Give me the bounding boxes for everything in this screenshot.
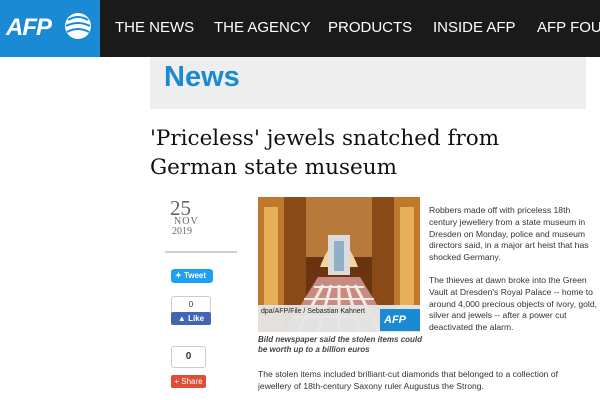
article-paragraph: The thieves at dawn broke into the Green…: [429, 275, 597, 333]
article-headline: 'Priceless' jewels snatched from German …: [150, 124, 590, 182]
like-button[interactable]: ▲ Like: [171, 312, 211, 325]
nav-item-afp-foundation[interactable]: AFP FOU: [537, 19, 600, 36]
photo-afp-badge: AFP: [380, 309, 420, 331]
share-label: Share: [181, 377, 203, 386]
afp-logo-text: AFP: [6, 14, 52, 41]
section-title: News: [164, 61, 240, 93]
share-count: 0: [171, 346, 206, 368]
share-button[interactable]: + Share: [171, 375, 206, 388]
headline-line-1: 'Priceless' jewels snatched from: [150, 126, 500, 151]
plus-icon: +: [174, 377, 180, 386]
tweet-label: Tweet: [183, 271, 207, 280]
section-header: News: [150, 57, 586, 109]
nav-item-the-news[interactable]: THE NEWS: [115, 19, 194, 36]
nav-item-products[interactable]: PRODUCTS: [328, 19, 412, 36]
date-year: 2019: [172, 226, 192, 237]
globe-icon: [65, 13, 91, 39]
article-paragraph: Robbers made off with priceless 18th cen…: [429, 205, 589, 263]
twitter-icon: ✦: [175, 271, 182, 280]
headline-line-2: German state museum: [150, 155, 397, 180]
nav-item-inside-afp[interactable]: INSIDE AFP: [433, 19, 516, 36]
photo-caption: Bild newspaper said the stolen items cou…: [258, 335, 423, 354]
photo-credit: dpa/AFP/File / Sebastian Kahnert: [261, 308, 365, 315]
article-paragraph: The stolen items included brilliant-cut …: [258, 369, 559, 391]
top-nav-bar: AFP THE NEWS THE AGENCY PRODUCTS INSIDE …: [0, 0, 600, 57]
like-label: Like: [188, 314, 205, 323]
thumbs-up-icon: ▲: [177, 314, 186, 323]
date-divider: [165, 251, 237, 253]
tweet-button[interactable]: ✦ Tweet: [171, 269, 213, 283]
afp-logo[interactable]: AFP: [0, 0, 100, 57]
nav-item-the-agency[interactable]: THE AGENCY: [214, 19, 311, 36]
